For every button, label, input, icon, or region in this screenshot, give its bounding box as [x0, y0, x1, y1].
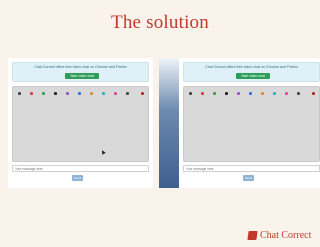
slide-title: The solution — [111, 12, 209, 33]
color-swatch[interactable] — [18, 92, 21, 95]
message-input[interactable] — [183, 165, 320, 172]
message-input[interactable] — [12, 165, 149, 172]
color-swatch[interactable] — [54, 92, 57, 95]
color-swatch[interactable] — [312, 92, 315, 95]
info-banner: Chat Correct offers free video chat on C… — [12, 62, 149, 82]
send-button[interactable]: Send — [243, 175, 254, 181]
color-swatch[interactable] — [66, 92, 69, 95]
chat-bubble-icon — [247, 231, 258, 240]
color-swatch[interactable] — [225, 92, 228, 95]
color-swatch[interactable] — [237, 92, 240, 95]
color-swatch[interactable] — [141, 92, 144, 95]
brand-logo: Chat Correct — [247, 230, 316, 242]
info-banner: Chat Correct offers free video chat on C… — [183, 62, 320, 82]
color-swatch[interactable] — [213, 92, 216, 95]
color-swatch[interactable] — [102, 92, 105, 95]
brand-name: Chat Correct — [260, 230, 312, 241]
color-swatch[interactable] — [126, 92, 129, 95]
mouse-cursor-icon — [100, 149, 106, 155]
color-swatch[interactable] — [90, 92, 93, 95]
app-screenshot-right: Chat Correct offers free video chat on C… — [179, 58, 320, 188]
drawing-canvas[interactable] — [12, 86, 149, 162]
start-video-chat-button[interactable]: Start video chat — [236, 73, 270, 79]
drawing-canvas[interactable] — [183, 86, 320, 162]
start-video-chat-button[interactable]: Start video chat — [65, 73, 99, 79]
color-swatch[interactable] — [114, 92, 117, 95]
send-button[interactable]: Send — [72, 175, 83, 181]
color-swatch[interactable] — [261, 92, 264, 95]
color-swatch[interactable] — [273, 92, 276, 95]
app-screenshot-left: Chat Correct offers free video chat on C… — [8, 58, 153, 188]
color-swatch[interactable] — [249, 92, 252, 95]
banner-text: Chat Correct offers free video chat on C… — [205, 65, 298, 69]
screenshots-row: Chat Correct offers free video chat on C… — [6, 58, 320, 188]
color-swatch[interactable] — [201, 92, 204, 95]
color-swatch[interactable] — [30, 92, 33, 95]
slide: The solution Chat Correct offers free vi… — [0, 0, 320, 247]
color-swatch[interactable] — [285, 92, 288, 95]
banner-text: Chat Correct offers free video chat on C… — [34, 65, 127, 69]
background-strip — [159, 58, 181, 188]
color-swatch[interactable] — [189, 92, 192, 95]
color-swatch[interactable] — [78, 92, 81, 95]
color-swatch[interactable] — [42, 92, 45, 95]
color-swatch[interactable] — [297, 92, 300, 95]
